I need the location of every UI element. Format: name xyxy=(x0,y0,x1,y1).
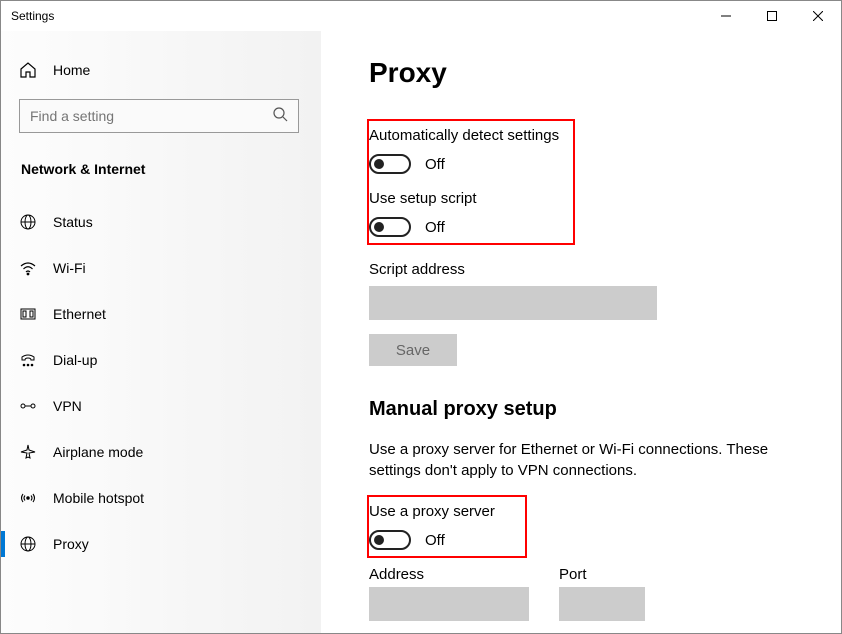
sidebar-item-label: Ethernet xyxy=(53,306,106,322)
manual-section-desc: Use a proxy server for Ethernet or Wi-Fi… xyxy=(369,439,809,481)
setup-script-state: Off xyxy=(425,219,445,236)
sidebar: Home Network & Internet Status Wi-Fi Eth… xyxy=(1,31,321,633)
minimize-icon xyxy=(721,11,731,21)
auto-detect-toggle[interactable] xyxy=(369,154,411,174)
sidebar-item-label: Dial-up xyxy=(53,352,97,368)
port-input xyxy=(559,587,645,621)
sidebar-item-label: Mobile hotspot xyxy=(53,490,144,506)
save-button: Save xyxy=(369,334,457,366)
maximize-icon xyxy=(767,11,777,21)
sidebar-item-airplane[interactable]: Airplane mode xyxy=(19,429,321,475)
sidebar-item-label: Status xyxy=(53,214,93,230)
proxy-icon xyxy=(19,535,37,553)
sidebar-item-label: VPN xyxy=(53,398,82,414)
search-field[interactable] xyxy=(30,108,272,124)
section-title: Network & Internet xyxy=(19,161,321,177)
close-icon xyxy=(813,11,823,21)
status-icon xyxy=(19,213,37,231)
auto-detect-state: Off xyxy=(425,156,445,173)
use-proxy-toggle[interactable] xyxy=(369,530,411,550)
sidebar-item-dialup[interactable]: Dial-up xyxy=(19,337,321,383)
home-icon xyxy=(19,61,37,79)
use-proxy-state: Off xyxy=(425,532,445,549)
titlebar: Settings xyxy=(1,1,841,31)
setup-script-label: Use setup script xyxy=(369,190,563,207)
vpn-icon xyxy=(19,397,37,415)
maximize-button[interactable] xyxy=(749,1,795,31)
sidebar-item-vpn[interactable]: VPN xyxy=(19,383,321,429)
setup-script-toggle[interactable] xyxy=(369,217,411,237)
ethernet-icon xyxy=(19,305,37,323)
hotspot-icon xyxy=(19,489,37,507)
sidebar-item-wifi[interactable]: Wi-Fi xyxy=(19,245,321,291)
search-icon xyxy=(272,106,288,127)
minimize-button[interactable] xyxy=(703,1,749,31)
address-label: Address xyxy=(369,566,529,583)
home-nav[interactable]: Home xyxy=(19,51,321,89)
sidebar-item-label: Wi-Fi xyxy=(53,260,86,276)
sidebar-item-status[interactable]: Status xyxy=(19,199,321,245)
search-input[interactable] xyxy=(19,99,299,133)
sidebar-item-label: Proxy xyxy=(53,536,89,552)
close-button[interactable] xyxy=(795,1,841,31)
auto-detect-label: Automatically detect settings xyxy=(369,127,563,144)
highlight-box-manual: Use a proxy server Off xyxy=(367,495,527,558)
airplane-icon xyxy=(19,443,37,461)
port-label: Port xyxy=(559,566,645,583)
wifi-icon xyxy=(19,259,37,277)
sidebar-item-hotspot[interactable]: Mobile hotspot xyxy=(19,475,321,521)
script-address-label: Script address xyxy=(369,261,815,278)
sidebar-item-label: Airplane mode xyxy=(53,444,143,460)
manual-section-title: Manual proxy setup xyxy=(369,398,815,421)
page-title: Proxy xyxy=(369,57,815,89)
window-title: Settings xyxy=(11,9,54,23)
save-button-label: Save xyxy=(396,342,430,359)
script-address-input xyxy=(369,286,657,320)
use-proxy-label: Use a proxy server xyxy=(369,503,515,520)
home-label: Home xyxy=(53,62,90,78)
sidebar-item-ethernet[interactable]: Ethernet xyxy=(19,291,321,337)
address-input xyxy=(369,587,529,621)
main-content: Proxy Automatically detect settings Off … xyxy=(321,31,841,633)
highlight-box-auto: Automatically detect settings Off Use se… xyxy=(367,119,575,245)
dialup-icon xyxy=(19,351,37,369)
sidebar-item-proxy[interactable]: Proxy xyxy=(19,521,321,567)
